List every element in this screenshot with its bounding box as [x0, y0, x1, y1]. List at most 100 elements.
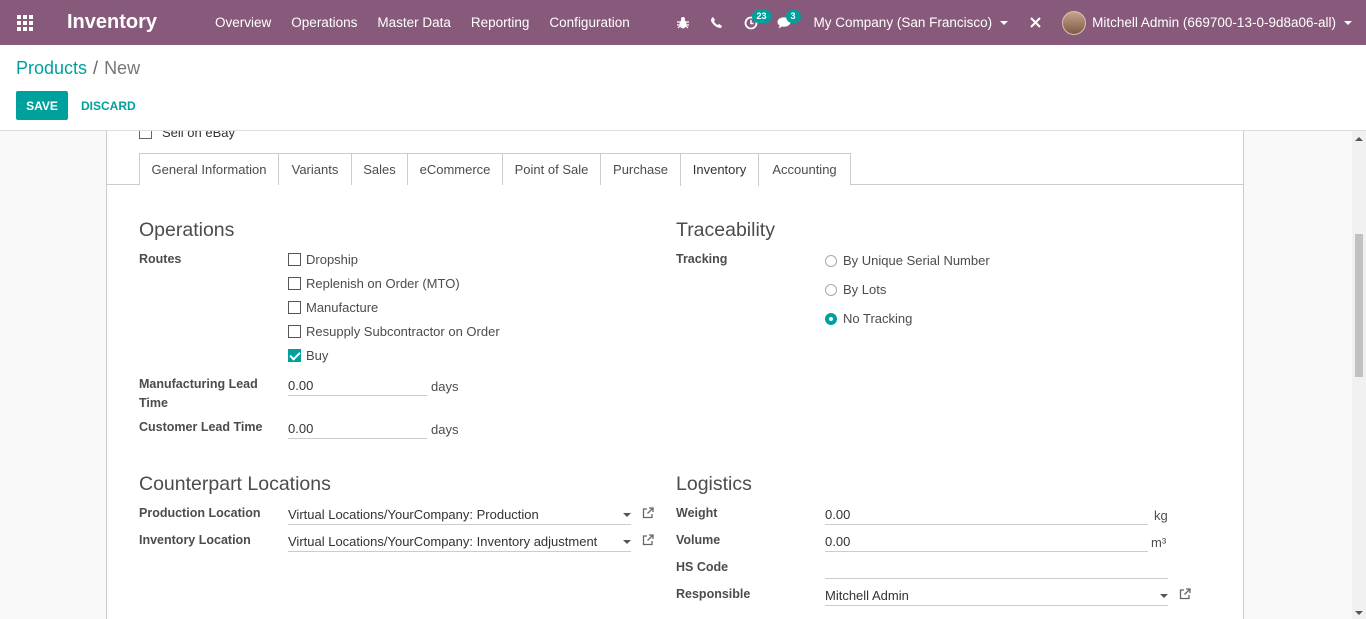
production-location-select[interactable]: [288, 505, 631, 525]
chevron-down-icon: [1000, 20, 1009, 25]
breadcrumb-products[interactable]: Products: [16, 58, 87, 78]
notebook-tabs: General Information Variants Sales eComm…: [107, 153, 1243, 186]
main-menu: Overview Operations Master Data Reportin…: [205, 0, 640, 45]
volume-label: Volume: [676, 533, 721, 547]
chevron-down-icon[interactable]: [623, 513, 631, 517]
save-button[interactable]: SAVE: [16, 91, 68, 120]
sell-on-ebay-label: Sell on eBay: [162, 131, 235, 140]
systray: 23 3 My Company (San Francisco) Mitchell…: [666, 0, 1366, 45]
menu-overview[interactable]: Overview: [205, 0, 281, 45]
form-sheet: Sell on eBay General Information Variant…: [106, 131, 1244, 619]
weight-unit: kg: [1154, 508, 1168, 523]
route-manufacture[interactable]: Manufacture: [288, 300, 378, 315]
route-resupply-label: Resupply Subcontractor on Order: [306, 324, 500, 339]
route-manufacture-label: Manufacture: [306, 300, 379, 315]
external-link-icon[interactable]: [1178, 587, 1192, 601]
tracking-none[interactable]: No Tracking: [825, 311, 912, 326]
tools-close-icon[interactable]: [1018, 0, 1052, 45]
external-link-icon[interactable]: [641, 506, 655, 520]
breadcrumb-separator: /: [93, 58, 99, 78]
tab-point-of-sale[interactable]: Point of Sale: [502, 153, 601, 185]
menu-operations[interactable]: Operations: [281, 0, 367, 45]
apps-menu-icon[interactable]: [0, 0, 50, 45]
hs-code-label: HS Code: [676, 560, 729, 574]
customer-lead-time-unit: days: [431, 422, 459, 437]
scroll-thumb[interactable]: [1355, 234, 1363, 377]
tab-accounting[interactable]: Accounting: [758, 153, 851, 185]
hs-code-input[interactable]: [825, 559, 1168, 579]
mfg-lead-time-unit: days: [431, 379, 459, 394]
volume-unit: m³: [1151, 535, 1167, 550]
menu-reporting[interactable]: Reporting: [461, 0, 540, 45]
route-buy-checkbox[interactable]: [288, 349, 301, 362]
route-dropship-checkbox[interactable]: [288, 253, 301, 266]
weight-label: Weight: [676, 506, 718, 520]
responsible-select[interactable]: [825, 586, 1168, 606]
weight-input[interactable]: [825, 505, 1148, 525]
route-manufacture-checkbox[interactable]: [288, 301, 301, 314]
tracking-lots-label: By Lots: [843, 282, 887, 297]
menu-master-data[interactable]: Master Data: [367, 0, 461, 45]
route-dropship[interactable]: Dropship: [288, 252, 358, 267]
top-navbar: Inventory Overview Operations Master Dat…: [0, 0, 1366, 45]
route-buy-label: Buy: [306, 348, 329, 363]
tracking-serial[interactable]: By Unique Serial Number: [825, 253, 990, 268]
counterpart-locations-title: Counterpart Locations: [139, 473, 331, 495]
tab-sales[interactable]: Sales: [351, 153, 408, 185]
message-count-badge: 3: [785, 10, 801, 23]
scroll-up-arrow-icon[interactable]: [1355, 137, 1363, 141]
traceability-title: Traceability: [676, 219, 775, 241]
scroll-down-arrow-icon[interactable]: [1355, 611, 1363, 615]
chevron-down-icon[interactable]: [1160, 594, 1168, 598]
activity-clock-icon[interactable]: 23: [734, 0, 772, 45]
tab-inventory[interactable]: Inventory: [680, 153, 759, 186]
inventory-location-label: Inventory Location: [139, 533, 251, 547]
chevron-down-icon: [1344, 20, 1352, 25]
vertical-scrollbar[interactable]: [1352, 131, 1366, 619]
customer-lead-time-label: Customer Lead Time: [139, 420, 263, 434]
routes-label: Routes: [139, 252, 182, 266]
messages-icon[interactable]: 3: [768, 0, 802, 45]
sell-on-ebay-checkbox[interactable]: [139, 131, 152, 139]
sell-on-ebay-row[interactable]: Sell on eBay: [139, 131, 235, 140]
route-mto-checkbox[interactable]: [288, 277, 301, 290]
inventory-location-select[interactable]: [288, 532, 631, 552]
route-mto-label: Replenish on Order (MTO): [306, 276, 460, 291]
chevron-down-icon[interactable]: [623, 540, 631, 544]
app-brand[interactable]: Inventory: [67, 11, 157, 34]
avatar: [1062, 10, 1087, 35]
tracking-none-radio[interactable]: [825, 312, 837, 325]
volume-input[interactable]: [825, 532, 1148, 552]
tracking-serial-label: By Unique Serial Number: [843, 253, 990, 268]
mfg-lead-time-label: Manufacturing Lead Time: [139, 377, 258, 410]
company-name: My Company (San Francisco): [813, 15, 993, 30]
tracking-label: Tracking: [676, 252, 728, 266]
operations-title: Operations: [139, 219, 235, 241]
breadcrumb: Products / New: [16, 58, 140, 79]
company-switcher[interactable]: My Company (San Francisco): [814, 15, 1009, 30]
tracking-serial-radio[interactable]: [825, 254, 837, 267]
discard-button[interactable]: DISCARD: [74, 91, 143, 120]
mfg-lead-time-input[interactable]: [288, 376, 427, 396]
customer-lead-time-input[interactable]: [288, 419, 427, 439]
external-link-icon[interactable]: [641, 533, 655, 547]
route-buy[interactable]: Buy: [288, 348, 328, 363]
route-mto[interactable]: Replenish on Order (MTO): [288, 276, 460, 291]
user-menu[interactable]: Mitchell Admin (669700-13-0-9d8a06-all): [1062, 10, 1352, 35]
route-resupply[interactable]: Resupply Subcontractor on Order: [288, 324, 500, 339]
tracking-lots[interactable]: By Lots: [825, 282, 886, 297]
route-dropship-label: Dropship: [306, 252, 359, 267]
form-content: Sell on eBay General Information Variant…: [0, 131, 1352, 619]
bug-icon[interactable]: [666, 0, 700, 45]
phone-icon[interactable]: [700, 0, 734, 45]
tab-purchase[interactable]: Purchase: [600, 153, 681, 185]
production-location-label: Production Location: [139, 506, 261, 520]
tracking-none-label: No Tracking: [843, 311, 913, 326]
logistics-title: Logistics: [676, 473, 752, 495]
tab-ecommerce[interactable]: eCommerce: [407, 153, 503, 185]
menu-configuration[interactable]: Configuration: [539, 0, 639, 45]
tracking-lots-radio[interactable]: [825, 283, 837, 296]
route-resupply-checkbox[interactable]: [288, 325, 301, 338]
tab-general-information[interactable]: General Information: [139, 153, 279, 185]
tab-variants[interactable]: Variants: [278, 153, 352, 185]
